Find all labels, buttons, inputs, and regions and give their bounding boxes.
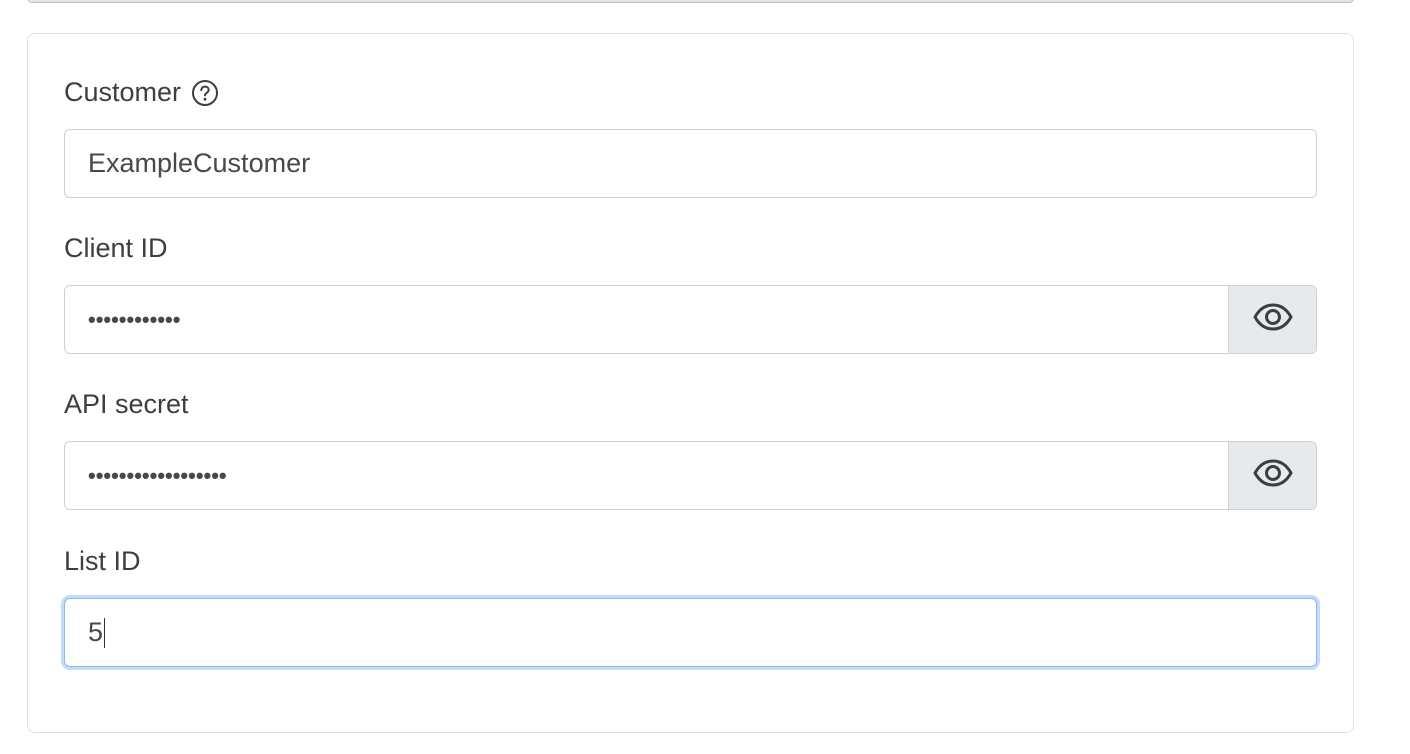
text-caret [104,618,106,649]
question-circle-icon[interactable] [191,79,219,107]
customer-input-value: ExampleCustomer [88,148,311,178]
client-id-input[interactable]: •••••••••••• [64,285,1317,354]
customer-label-row: Customer [64,76,219,108]
client-id-show-button[interactable] [1228,286,1316,353]
api-secret-label-row: API secret [64,388,189,420]
api-secret-label: API secret [64,389,189,419]
api-secret-show-button[interactable] [1228,442,1316,509]
list-id-input-value: 5 [88,616,104,647]
eye-icon [1252,302,1294,337]
client-id-label-row: Client ID [64,232,168,264]
client-id-masked-value: •••••••••••• [88,306,181,332]
customer-label: Customer [64,77,182,107]
api-secret-input[interactable]: •••••••••••••••••• [64,441,1317,510]
api-secret-masked-value: •••••••••••••••••• [88,462,227,488]
previous-section-edge [27,0,1354,3]
list-id-input-area: 5 [65,617,1316,649]
list-id-input[interactable]: 5 [64,598,1317,667]
eye-icon [1252,458,1294,493]
list-id-label: List ID [64,546,141,576]
list-id-label-row: List ID [64,545,141,577]
customer-input[interactable]: ExampleCustomer [64,129,1317,198]
client-id-label: Client ID [64,233,168,263]
